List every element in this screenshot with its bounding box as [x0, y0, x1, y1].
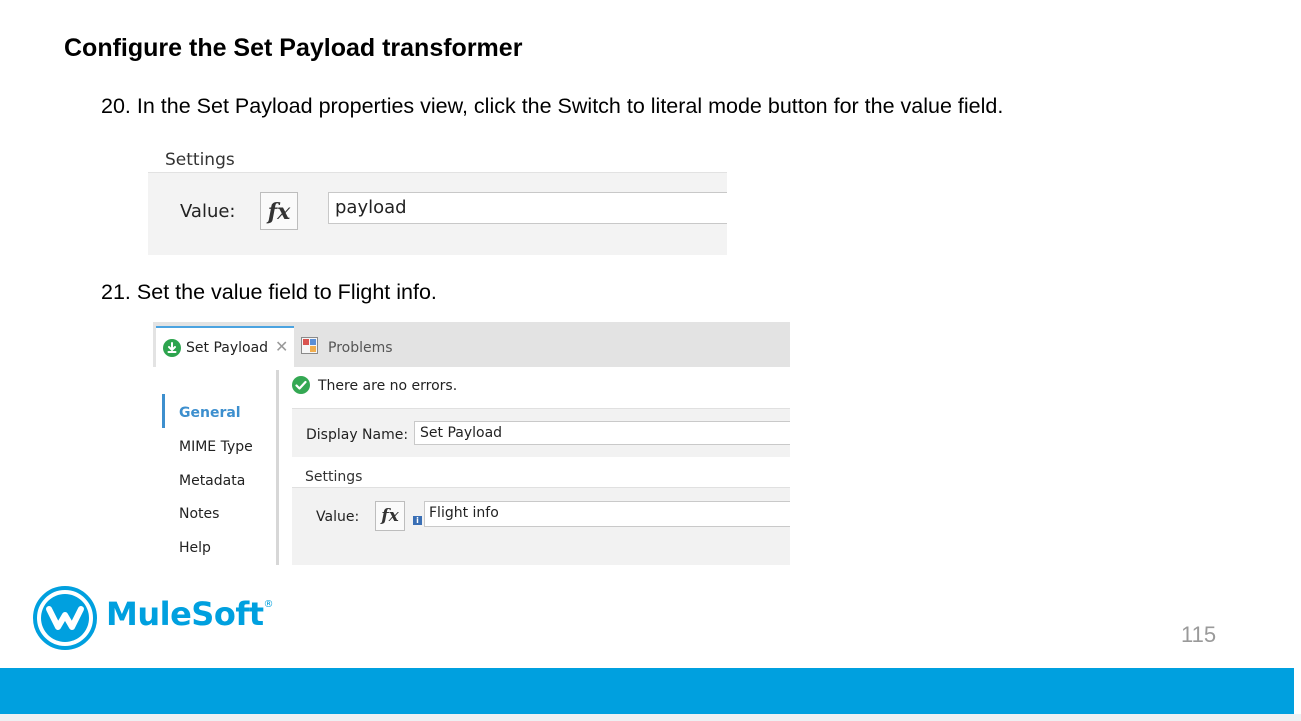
display-name-input[interactable]: Set Payload — [414, 421, 790, 445]
display-name-panel: Display Name: Set Payload — [292, 408, 790, 457]
step-text: In the Set Payload properties view, clic… — [136, 94, 1004, 118]
step-number: 21. — [101, 280, 131, 304]
screenshot-set-payload-view: Set Payload ✕ Problems General MIME Type… — [153, 322, 790, 565]
slide-title: Configure the Set Payload transformer — [64, 34, 523, 62]
switch-to-literal-mode-button[interactable]: fx — [260, 192, 298, 230]
problems-icon — [301, 337, 318, 354]
step-21: 21. Set the value field to Flight info. — [101, 280, 437, 305]
step-number: 20. — [101, 94, 131, 118]
close-icon[interactable]: ✕ — [275, 337, 288, 356]
sidebar-item-help[interactable]: Help — [179, 540, 211, 556]
set-payload-icon — [163, 339, 181, 357]
settings-panel: Value: fx i Flight info — [292, 487, 790, 565]
settings-panel: Value: fx payload — [148, 172, 727, 255]
screenshot-settings-payload: Settings Value: fx payload — [148, 145, 727, 255]
mulesoft-logo-icon — [33, 586, 97, 650]
display-name-label: Display Name: — [306, 427, 409, 443]
switch-to-expression-mode-button[interactable]: fx — [375, 501, 405, 531]
status-message: There are no errors. — [318, 378, 458, 394]
sidebar — [153, 367, 278, 565]
mulesoft-logo: MuleSoft® — [32, 585, 274, 651]
tab-set-payload[interactable]: Set Payload ✕ — [156, 326, 294, 367]
check-circle-icon — [292, 376, 310, 394]
footer-strip — [0, 714, 1301, 721]
tab-label: Set Payload — [186, 340, 269, 356]
tab-label: Problems — [328, 340, 393, 356]
sidebar-item-notes[interactable]: Notes — [179, 506, 219, 522]
sidebar-item-metadata[interactable]: Metadata — [179, 473, 245, 489]
step-text: Set the value field to Flight info. — [136, 280, 437, 304]
step-20: 20. In the Set Payload properties view, c… — [101, 94, 1003, 119]
value-input[interactable]: payload — [328, 192, 727, 224]
page-number: 115 — [1181, 622, 1217, 647]
value-label: Value: — [180, 201, 236, 222]
info-icon: i — [413, 516, 422, 525]
settings-heading: Settings — [305, 469, 363, 485]
value-label: Value: — [316, 509, 360, 525]
footer-bar — [0, 668, 1294, 714]
sidebar-active-indicator — [162, 394, 165, 428]
sidebar-item-mime-type[interactable]: MIME Type — [179, 439, 253, 455]
tab-bar: Set Payload ✕ Problems — [153, 322, 790, 367]
settings-heading: Settings — [165, 150, 235, 170]
sidebar-divider — [276, 370, 279, 565]
sidebar-item-general[interactable]: General — [179, 405, 241, 421]
logo-wordmark: MuleSoft® — [106, 595, 274, 633]
value-input[interactable]: Flight info — [424, 501, 790, 527]
